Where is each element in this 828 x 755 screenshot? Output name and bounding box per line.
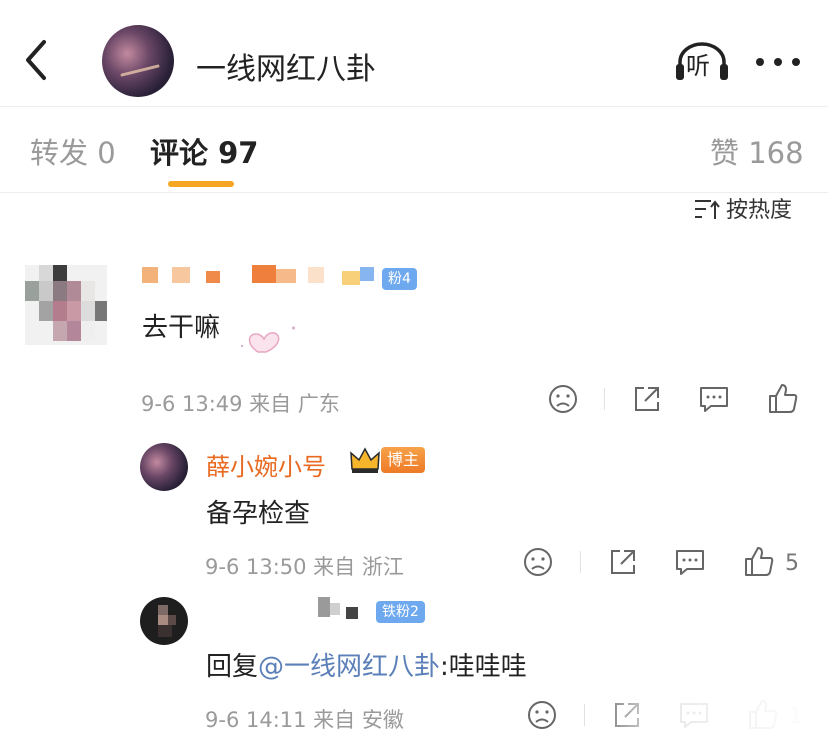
- reply-prefix: 回复: [206, 652, 259, 682]
- fan-badge: 粉4: [382, 268, 417, 290]
- sort-icon: [695, 200, 720, 219]
- reply-icon[interactable]: [673, 545, 707, 579]
- avatar[interactable]: [25, 265, 107, 345]
- back-icon[interactable]: [18, 36, 58, 86]
- action-divider: [604, 388, 605, 410]
- crown-icon: [349, 445, 381, 475]
- reply-text: 备孕检查: [206, 499, 311, 529]
- mention-link[interactable]: @一线网红八卦: [258, 652, 440, 682]
- tab-likes[interactable]: 赞 168: [710, 130, 804, 172]
- author-avatar[interactable]: [140, 443, 188, 491]
- tab-repost[interactable]: 转发 0: [30, 130, 116, 172]
- tab-comments[interactable]: 评论 97: [150, 130, 258, 172]
- reply-text: 回复@一线网红八卦:哇哇哇: [206, 646, 527, 683]
- active-tab-indicator: [168, 181, 234, 187]
- fan-badge: 铁粉2: [376, 601, 425, 623]
- masked-username[interactable]: [142, 263, 416, 289]
- reply-body: :哇哇哇: [440, 652, 527, 682]
- heart-sticker-icon: [236, 322, 302, 358]
- reply-meta: 9-6 14:11 来自 安徽: [205, 708, 404, 732]
- action-divider: [584, 704, 585, 726]
- listen-label: 听: [686, 52, 710, 80]
- dislike-icon[interactable]: [546, 382, 580, 416]
- watermark-fade: [590, 700, 828, 755]
- like-icon[interactable]: [766, 382, 800, 416]
- header-avatar[interactable]: [102, 25, 174, 97]
- author-badge: 博主: [381, 447, 425, 473]
- comment-text: 去干嘛: [142, 313, 221, 343]
- comment-meta: 9-6 13:49 来自 广东: [141, 392, 340, 416]
- header-divider: [0, 106, 828, 107]
- sort-button[interactable]: 按热度: [694, 192, 792, 224]
- like-icon[interactable]: [742, 545, 776, 579]
- reply-username[interactable]: 薛小婉小号: [206, 447, 326, 482]
- headphones-icon[interactable]: 听: [674, 40, 730, 82]
- more-icon[interactable]: [754, 52, 802, 72]
- avatar[interactable]: [140, 597, 188, 645]
- action-divider: [580, 551, 581, 573]
- dislike-icon[interactable]: [525, 698, 559, 732]
- share-icon[interactable]: [606, 545, 640, 579]
- like-count: 5: [785, 551, 799, 576]
- page-title: 一线网红八卦: [196, 52, 376, 87]
- sort-label: 按热度: [726, 198, 793, 223]
- masked-username[interactable]: [316, 595, 372, 623]
- share-icon[interactable]: [630, 382, 664, 416]
- reply-icon[interactable]: [697, 382, 731, 416]
- reply-meta: 9-6 13:50 来自 浙江: [205, 555, 404, 579]
- dislike-icon[interactable]: [521, 545, 555, 579]
